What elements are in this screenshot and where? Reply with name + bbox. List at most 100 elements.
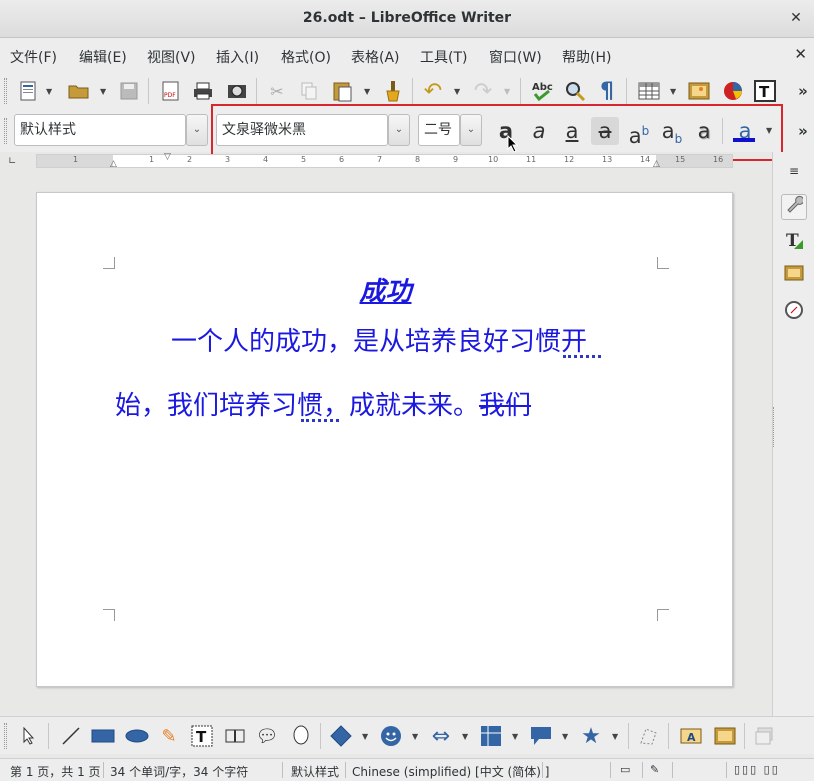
menu-view[interactable]: 视图(V) [147,47,196,67]
fontwork-icon[interactable]: A [678,723,704,749]
symbol-shapes-dropdown-icon[interactable]: ▼ [412,732,418,741]
flowchart-dropdown-icon[interactable]: ▼ [512,732,518,741]
insert-textbox-icon[interactable]: T [752,78,778,104]
first-line-indent-marker-icon[interactable]: ▽ [164,152,171,162]
statusbar: 第 1 页，共 1 页 34 个单词/字，34 个字符 默认样式 Chinese… [0,758,814,781]
callouts-icon[interactable] [528,723,554,749]
callouts-dropdown-icon[interactable]: ▼ [562,732,568,741]
vertical-callout-icon[interactable] [288,723,314,749]
open-folder-icon[interactable] [66,78,92,104]
stars-dropdown-icon[interactable]: ▼ [612,732,618,741]
insert-image-from-file-icon[interactable] [712,723,738,749]
insert-table-icon[interactable] [636,78,662,104]
ruler-tick: 5 [301,155,307,164]
menu-format[interactable]: 格式(O) [281,47,331,67]
paste-dropdown-icon[interactable]: ▼ [364,87,370,96]
ellipse-icon[interactable] [124,723,150,749]
callout-icon[interactable]: 💬︎ [254,723,280,749]
menu-tools[interactable]: 工具(T) [420,47,467,67]
basic-shapes-dropdown-icon[interactable]: ▼ [362,732,368,741]
document-close-icon[interactable]: ✕ [794,45,807,63]
insert-image-icon[interactable] [686,78,712,104]
save-icon[interactable] [116,78,142,104]
toolbar-separator [412,78,413,104]
points-icon[interactable] [636,723,662,749]
menu-help[interactable]: 帮助(H) [562,47,611,67]
sidebar-splitter[interactable] [773,407,777,447]
toolbar-grip[interactable] [4,723,7,749]
toolbar-grip[interactable] [4,78,7,104]
page-count-status[interactable]: 第 1 页，共 1 页 [10,763,101,780]
insert-mode-icon[interactable]: ▭ [620,763,630,776]
select-arrow-icon[interactable] [16,723,42,749]
document-line-1[interactable]: 一个人的成功，是从培养良好习惯开 [171,321,587,358]
paragraph-style-dropdown-icon[interactable]: ⌄ [186,114,208,146]
rectangle-icon[interactable] [90,723,116,749]
find-replace-icon[interactable] [562,78,588,104]
sidebar-menu-icon[interactable]: ≡ [781,158,807,184]
mouse-cursor-icon [507,135,519,153]
export-pdf-icon[interactable]: PDF [158,78,184,104]
properties-wrench-icon[interactable] [781,194,807,220]
horizontal-ruler[interactable]: 1 1 2 3 4 5 6 7 8 9 10 11 12 13 14 15 16… [36,152,733,169]
extrusion-toggle-icon[interactable] [752,723,778,749]
block-arrows-icon[interactable]: ⇔ [428,723,454,749]
document-title[interactable]: 成功 [37,271,734,308]
freeform-pencil-icon[interactable]: ✎ [156,723,182,749]
cut-icon[interactable]: ✂ [264,78,290,104]
print-preview-icon[interactable] [224,78,250,104]
vertical-text-icon[interactable] [222,723,248,749]
styles-icon[interactable]: T [781,230,807,256]
menu-window[interactable]: 窗口(W) [489,47,542,67]
toolbar-grip[interactable] [4,118,7,144]
spelling-icon[interactable]: Abc [530,78,556,104]
ruler-tick: 14 [640,155,651,164]
open-dropdown-icon[interactable]: ▼ [100,87,106,96]
window-close-icon[interactable]: ✕ [786,8,806,28]
draw-textbox-icon[interactable]: T [189,723,215,749]
language-status[interactable]: Chinese (simplified) [中文 (简体) ] [352,763,549,780]
toolbar2-overflow-icon[interactable]: » [790,118,814,144]
toolbar-separator [626,78,627,104]
copy-icon[interactable] [296,78,322,104]
menu-table[interactable]: 表格(A) [351,47,400,67]
block-arrows-dropdown-icon[interactable]: ▼ [462,732,468,741]
symbol-shapes-icon[interactable] [378,723,404,749]
navigator-icon[interactable] [781,300,807,326]
document-modified-icon[interactable]: ✎ [650,763,659,776]
page-style-status[interactable]: 默认样式 [291,763,339,780]
menu-file[interactable]: 文件(F) [10,47,57,67]
window-title: 26.odt – LibreOffice Writer [302,10,512,26]
paragraph-style-combo[interactable]: 默认样式 [14,114,186,146]
word-count-status[interactable]: 34 个单词/字，34 个字符 [110,763,248,780]
toolbar1-overflow-icon[interactable]: » [790,78,814,104]
gallery-icon[interactable] [781,264,807,290]
view-layout-icons[interactable]: ▯▯▯ ▯▯ [734,763,780,776]
redo-dropdown-icon[interactable]: ▼ [504,87,510,96]
formatting-marks-icon[interactable]: ¶ [594,78,620,104]
ruler-tick: 13 [602,155,613,164]
toolbar-separator [48,723,49,749]
stars-icon[interactable]: ★ [578,723,604,749]
new-document-icon[interactable] [16,78,42,104]
paste-icon[interactable] [330,78,356,104]
tab-stop-icon[interactable]: ∟ [8,156,16,167]
menu-insert[interactable]: 插入(I) [216,47,259,67]
right-indent-marker-icon[interactable]: △ [653,159,660,169]
basic-shapes-icon[interactable] [328,723,354,749]
svg-text:PDF: PDF [164,92,176,99]
clone-formatting-icon[interactable] [380,78,406,104]
undo-icon[interactable]: ↶ [420,78,446,104]
line-icon[interactable] [58,723,84,749]
new-dropdown-icon[interactable]: ▼ [46,87,52,96]
document-line-2[interactable]: 始，我们培养习惯，成就未来。我们 [115,385,531,422]
table-dropdown-icon[interactable]: ▼ [670,87,676,96]
left-indent-marker-icon[interactable]: △ [110,159,117,169]
menu-edit[interactable]: 编辑(E) [79,47,127,67]
flowchart-icon[interactable] [478,723,504,749]
document-page[interactable]: 成功 一个人的成功，是从培养良好习惯开 始，我们培养习惯，成就未来。我们 [36,192,733,687]
insert-chart-icon[interactable] [720,78,746,104]
undo-dropdown-icon[interactable]: ▼ [454,87,460,96]
redo-icon[interactable]: ↷ [470,78,496,104]
print-icon[interactable] [190,78,216,104]
